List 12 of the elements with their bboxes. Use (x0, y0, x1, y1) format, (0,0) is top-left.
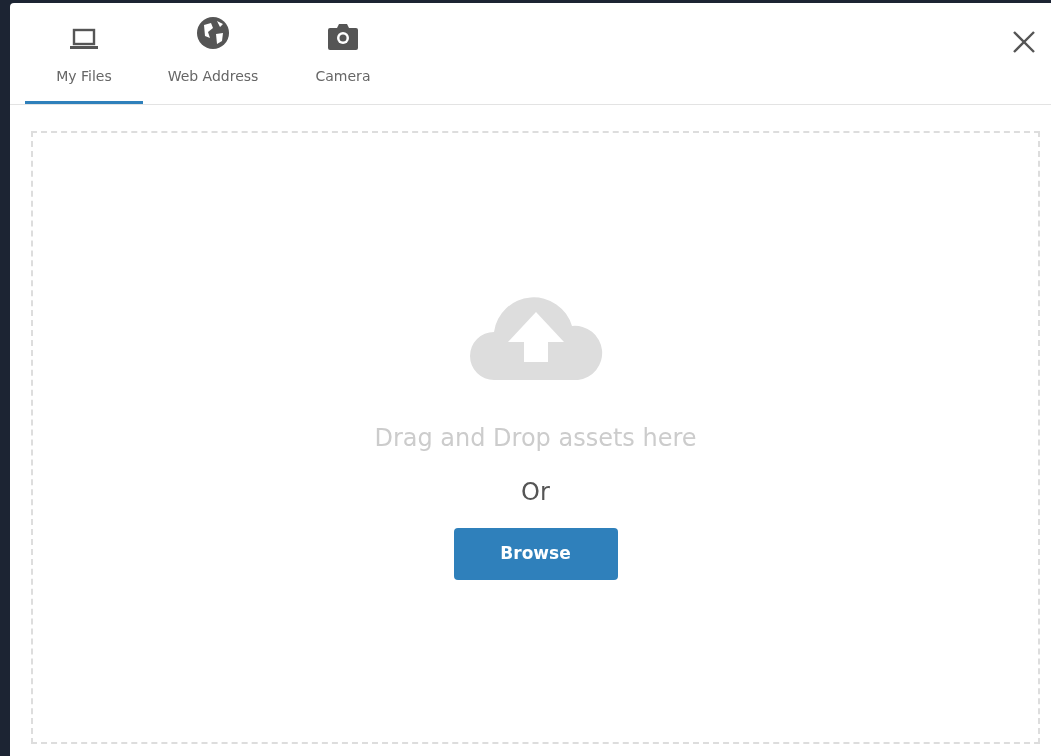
tab-label: Camera (315, 67, 371, 86)
tab[interactable]: Camera (283, 3, 403, 104)
globe-icon (196, 16, 230, 50)
laptop-icon (69, 28, 99, 50)
tab-label: Web Address (167, 67, 259, 86)
tab[interactable]: My Files (25, 3, 143, 104)
tab[interactable]: Web Address (143, 3, 283, 104)
camera-icon (327, 22, 359, 50)
tab-label: My Files (56, 67, 112, 86)
separator-text: Or (521, 477, 550, 508)
close-icon[interactable] (1011, 29, 1037, 55)
browse-button[interactable]: Browse (453, 528, 618, 580)
